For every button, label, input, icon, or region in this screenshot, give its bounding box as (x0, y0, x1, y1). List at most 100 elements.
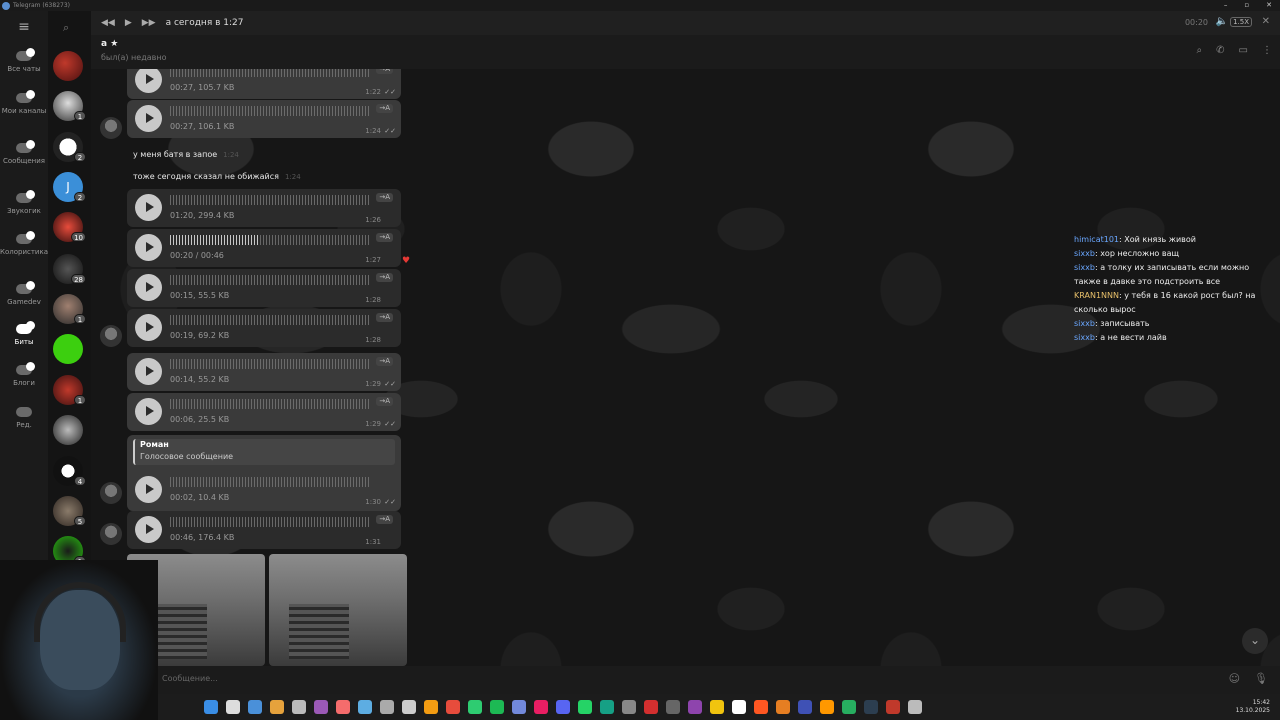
chat-avatar[interactable] (53, 51, 83, 81)
taskbar-app-icon[interactable] (556, 700, 570, 714)
previous-track-icon[interactable]: ◀◀ (101, 18, 115, 28)
waveform[interactable] (170, 315, 370, 325)
waveform[interactable] (170, 517, 370, 527)
play-button[interactable] (135, 105, 162, 132)
chat-avatar[interactable]: 10 (53, 212, 86, 242)
play-button[interactable] (135, 516, 162, 543)
next-track-icon[interactable]: ▶▶ (142, 18, 156, 28)
folder-my-channels[interactable]: Мои каналы (0, 90, 48, 116)
taskbar-app-icon[interactable] (248, 700, 262, 714)
close-window-button[interactable]: ✕ (1266, 0, 1272, 10)
chat-avatar[interactable]: 4 (53, 456, 86, 486)
maximize-button[interactable]: ▫ (1244, 0, 1249, 10)
menu-icon[interactable]: ≡ (0, 19, 48, 35)
chat-avatar[interactable]: 5 (53, 496, 86, 526)
taskbar-app-icon[interactable] (754, 700, 768, 714)
taskbar-app-icon[interactable] (314, 700, 328, 714)
waveform[interactable] (170, 69, 370, 77)
taskbar-app-icon[interactable] (622, 700, 636, 714)
folder-coloristics[interactable]: Колористика (0, 231, 48, 257)
transcribe-button[interactable]: →A (376, 273, 393, 282)
waveform[interactable] (170, 275, 370, 285)
sidebar-toggle-icon[interactable]: ▭ (1239, 45, 1248, 56)
play-button[interactable] (135, 69, 162, 93)
photo-thumbnail[interactable] (269, 554, 407, 666)
taskbar-app-icon[interactable] (688, 700, 702, 714)
transcribe-button[interactable]: →A (376, 69, 393, 74)
chat-avatar[interactable]: 1 (53, 375, 86, 405)
taskbar-app-icon[interactable] (710, 700, 724, 714)
waveform[interactable] (170, 235, 370, 245)
taskbar-app-icon[interactable] (666, 700, 680, 714)
messages-area[interactable]: 00:27, 105.7 KB →A 1:22 ✓✓ 00:27, 106.1 … (91, 69, 1280, 666)
folder-messages[interactable]: Сообщения (0, 140, 48, 166)
taskbar-app-icon[interactable] (490, 700, 504, 714)
transcribe-button[interactable]: →A (376, 357, 393, 366)
chat-avatar[interactable]: 1 (53, 294, 86, 324)
sender-avatar[interactable] (100, 523, 122, 545)
message-input[interactable]: Сообщение... (162, 674, 218, 683)
transcribe-button[interactable]: →A (376, 104, 393, 113)
play-button[interactable] (135, 476, 162, 503)
waveform[interactable] (170, 106, 370, 116)
folder-all-chats[interactable]: Все чаты (0, 48, 48, 74)
taskbar-app-icon[interactable] (336, 700, 350, 714)
taskbar-app-icon[interactable] (468, 700, 482, 714)
taskbar-app-icon[interactable] (226, 700, 240, 714)
folder-zvukogik[interactable]: Звукогик (0, 190, 48, 216)
taskbar-app-icon[interactable] (886, 700, 900, 714)
phone-icon[interactable]: ✆ (1216, 45, 1224, 56)
play-button[interactable] (135, 358, 162, 385)
waveform[interactable] (170, 359, 370, 369)
close-player-icon[interactable]: ✕ (1262, 16, 1270, 27)
taskbar-clock[interactable]: 15:42 13.10.2025 (1236, 699, 1270, 715)
taskbar-app-icon[interactable] (534, 700, 548, 714)
folder-edit[interactable]: Ред. (0, 407, 48, 430)
chat-avatar[interactable] (53, 334, 83, 364)
sender-avatar[interactable] (100, 117, 122, 139)
transcribe-button[interactable]: →A (376, 397, 393, 406)
transcribe-button[interactable]: →A (376, 515, 393, 524)
waveform[interactable] (170, 477, 370, 487)
taskbar-app-icon[interactable] (204, 700, 218, 714)
chat-avatar[interactable]: 2 (53, 132, 86, 162)
search-icon[interactable]: ⌕ (63, 21, 75, 34)
heart-reaction-icon[interactable]: ♥ (402, 256, 410, 266)
transcribe-button[interactable]: →A (376, 193, 393, 202)
play-button[interactable] (135, 314, 162, 341)
waveform[interactable] (170, 195, 370, 205)
taskbar-app-icon[interactable] (424, 700, 438, 714)
play-button[interactable] (135, 234, 162, 261)
taskbar-app-icon[interactable] (402, 700, 416, 714)
microphone-icon[interactable]: 🎙 (1254, 672, 1268, 685)
taskbar-app-icon[interactable] (380, 700, 394, 714)
volume-icon[interactable]: 🔈 (1216, 16, 1228, 27)
taskbar-app-icon[interactable] (512, 700, 526, 714)
play-icon[interactable]: ▶ (125, 18, 132, 28)
emoji-icon[interactable]: ☺ (1229, 672, 1240, 685)
taskbar-app-icon[interactable] (292, 700, 306, 714)
taskbar-app-icon[interactable] (732, 700, 746, 714)
waveform[interactable] (170, 399, 370, 409)
taskbar-app-icon[interactable] (600, 700, 614, 714)
folder-beats[interactable]: Биты (0, 321, 48, 347)
scroll-to-bottom-button[interactable]: ⌄ (1242, 628, 1268, 654)
play-button[interactable] (135, 398, 162, 425)
chat-avatar[interactable]: 28 (53, 254, 86, 284)
playback-speed-button[interactable]: 1.5X (1230, 17, 1252, 27)
transcribe-button[interactable]: →A (376, 313, 393, 322)
play-button[interactable] (135, 274, 162, 301)
taskbar-app-icon[interactable] (644, 700, 658, 714)
taskbar-app-icon[interactable] (578, 700, 592, 714)
taskbar-app-icon[interactable] (798, 700, 812, 714)
chat-header[interactable]: а ★ был(а) недавно ⌕ ✆ ▭ ⋮ (91, 35, 1280, 69)
transcribe-button[interactable]: →A (376, 233, 393, 242)
chat-avatar[interactable]: J2 (53, 172, 86, 202)
sender-avatar[interactable] (100, 482, 122, 504)
chat-avatar[interactable] (53, 415, 83, 445)
taskbar-app-icon[interactable] (908, 700, 922, 714)
reply-quote[interactable]: Роман Голосовое сообщение (133, 439, 395, 465)
taskbar-app-icon[interactable] (842, 700, 856, 714)
taskbar-app-icon[interactable] (270, 700, 284, 714)
message-composer[interactable]: Сообщение... ☺ 🎙 (158, 666, 1280, 694)
